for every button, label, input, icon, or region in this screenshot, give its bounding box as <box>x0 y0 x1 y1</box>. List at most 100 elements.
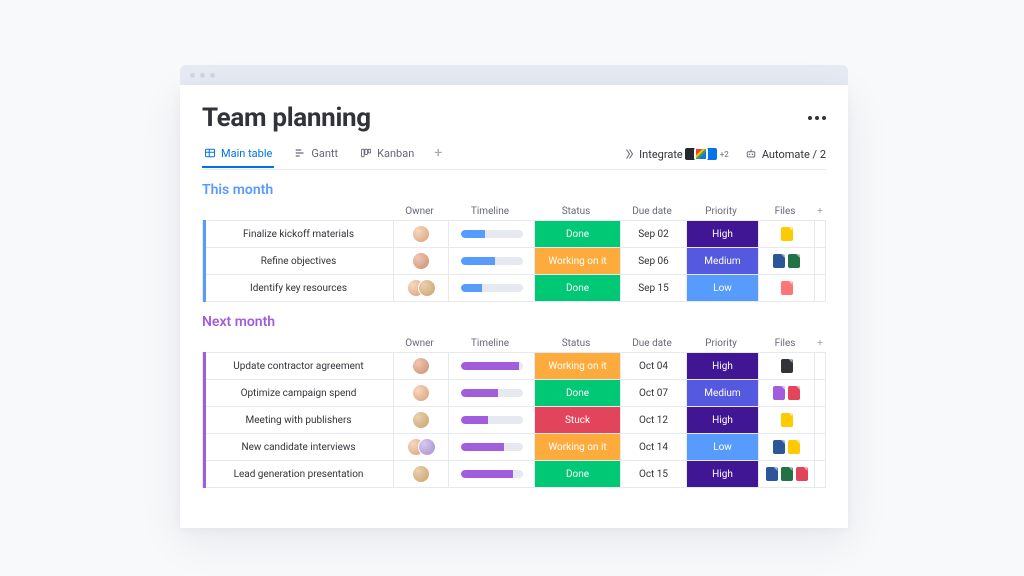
timeline-cell[interactable] <box>448 275 534 301</box>
status-cell[interactable]: Working on it <box>534 434 620 460</box>
row-end-cell <box>814 380 828 406</box>
due-date-cell[interactable]: Oct 12 <box>620 407 686 433</box>
due-date-cell[interactable]: Sep 02 <box>620 221 686 247</box>
table-row[interactable]: New candidate interviews Working on itOct… <box>203 433 825 460</box>
timeline-cell[interactable] <box>448 380 534 406</box>
owner-cell[interactable] <box>393 407 448 433</box>
due-date-cell[interactable]: Oct 15 <box>620 461 686 487</box>
owner-cell[interactable] <box>393 275 448 301</box>
owner-cell[interactable] <box>393 221 448 247</box>
files-cell[interactable] <box>758 353 814 379</box>
add-view-button[interactable]: + <box>434 145 442 169</box>
status-cell[interactable]: Done <box>534 221 620 247</box>
priority-cell[interactable]: High <box>686 353 758 379</box>
status-badge: Done <box>535 461 620 487</box>
file-icon <box>796 467 808 481</box>
group-accent <box>203 379 206 407</box>
due-date-cell[interactable]: Oct 07 <box>620 380 686 406</box>
item-name-cell[interactable]: Optimize campaign spend <box>203 380 393 406</box>
more-options-button[interactable] <box>808 116 826 120</box>
integrate-button[interactable]: Integrate +2 <box>622 147 729 161</box>
group-title[interactable]: Next month <box>202 314 826 330</box>
table-row[interactable]: Meeting with publishers StuckOct 12High <box>203 406 825 433</box>
timeline-cell[interactable] <box>448 434 534 460</box>
table-row[interactable]: Identify key resources DoneSep 15Low <box>203 274 825 301</box>
status-cell[interactable]: Working on it <box>534 248 620 274</box>
status-cell[interactable]: Done <box>534 461 620 487</box>
column-header-priority[interactable]: Priority <box>685 202 757 220</box>
item-name-cell[interactable]: Finalize kickoff materials <box>203 221 393 247</box>
column-header-due-date[interactable]: Due date <box>619 334 685 352</box>
integration-badges: +2 <box>688 147 729 161</box>
automate-button[interactable]: Automate / 2 <box>745 148 826 161</box>
column-header-owner[interactable]: Owner <box>392 334 447 352</box>
priority-cell[interactable]: Medium <box>686 248 758 274</box>
item-name-cell[interactable]: Meeting with publishers <box>203 407 393 433</box>
timeline-cell[interactable] <box>448 407 534 433</box>
owner-cell[interactable] <box>393 353 448 379</box>
timeline-cell[interactable] <box>448 353 534 379</box>
files-cell[interactable] <box>758 434 814 460</box>
file-icon <box>781 227 793 241</box>
timeline-cell[interactable] <box>448 461 534 487</box>
status-cell[interactable]: Done <box>534 380 620 406</box>
owner-cell[interactable] <box>393 461 448 487</box>
files-cell[interactable] <box>758 380 814 406</box>
item-name-cell[interactable]: Refine objectives <box>203 248 393 274</box>
timeline-fill <box>461 257 495 265</box>
item-name-cell[interactable]: New candidate interviews <box>203 434 393 460</box>
table-row[interactable]: Finalize kickoff materials DoneSep 02High <box>203 220 825 247</box>
item-name-cell[interactable]: Identify key resources <box>203 275 393 301</box>
due-date-cell[interactable]: Oct 04 <box>620 353 686 379</box>
table-row[interactable]: Lead generation presentation DoneOct 15Hi… <box>203 460 825 487</box>
traffic-light-dot <box>210 73 215 78</box>
add-column-button[interactable]: + <box>813 334 827 352</box>
column-header-status[interactable]: Status <box>533 202 619 220</box>
priority-cell[interactable]: Medium <box>686 380 758 406</box>
group-title[interactable]: This month <box>202 182 826 198</box>
file-icon <box>781 359 793 373</box>
priority-cell[interactable]: High <box>686 461 758 487</box>
table-row[interactable]: Optimize campaign spend DoneOct 07Medium <box>203 379 825 406</box>
priority-cell[interactable]: Low <box>686 275 758 301</box>
table-row[interactable]: Update contractor agreement Working on it… <box>203 352 825 379</box>
status-cell[interactable]: Stuck <box>534 407 620 433</box>
owner-cell[interactable] <box>393 248 448 274</box>
due-date-cell[interactable]: Sep 15 <box>620 275 686 301</box>
files-cell[interactable] <box>758 221 814 247</box>
files-cell[interactable] <box>758 407 814 433</box>
due-date-cell[interactable]: Sep 06 <box>620 248 686 274</box>
column-header-status[interactable]: Status <box>533 334 619 352</box>
priority-cell[interactable]: High <box>686 407 758 433</box>
column-header-timeline[interactable]: Timeline <box>447 202 533 220</box>
tab-kanban[interactable]: Kanban <box>358 147 416 168</box>
column-header-due-date[interactable]: Due date <box>619 202 685 220</box>
column-header-name[interactable] <box>202 334 392 352</box>
timeline-cell[interactable] <box>448 221 534 247</box>
priority-cell[interactable]: High <box>686 221 758 247</box>
item-name-cell[interactable]: Update contractor agreement <box>203 353 393 379</box>
item-name-cell[interactable]: Lead generation presentation <box>203 461 393 487</box>
table-row[interactable]: Refine objectives Working on itSep 06Medi… <box>203 247 825 274</box>
add-column-button[interactable]: + <box>813 202 827 220</box>
owner-cell[interactable] <box>393 434 448 460</box>
column-header-files[interactable]: Files <box>757 202 813 220</box>
column-header-priority[interactable]: Priority <box>685 334 757 352</box>
files-cell[interactable] <box>758 461 814 487</box>
status-cell[interactable]: Working on it <box>534 353 620 379</box>
owner-cell[interactable] <box>393 380 448 406</box>
timeline-cell[interactable] <box>448 248 534 274</box>
status-cell[interactable]: Done <box>534 275 620 301</box>
priority-cell[interactable]: Low <box>686 434 758 460</box>
column-header-files[interactable]: Files <box>757 334 813 352</box>
column-header-name[interactable] <box>202 202 392 220</box>
due-date-cell[interactable]: Oct 14 <box>620 434 686 460</box>
kanban-icon <box>360 147 372 159</box>
column-header-owner[interactable]: Owner <box>392 202 447 220</box>
tab-main-table[interactable]: Main table <box>202 147 274 168</box>
files-cell[interactable] <box>758 275 814 301</box>
tab-gantt[interactable]: Gantt <box>292 147 340 168</box>
files-cell[interactable] <box>758 248 814 274</box>
column-header-timeline[interactable]: Timeline <box>447 334 533 352</box>
status-badge: Done <box>535 275 620 301</box>
